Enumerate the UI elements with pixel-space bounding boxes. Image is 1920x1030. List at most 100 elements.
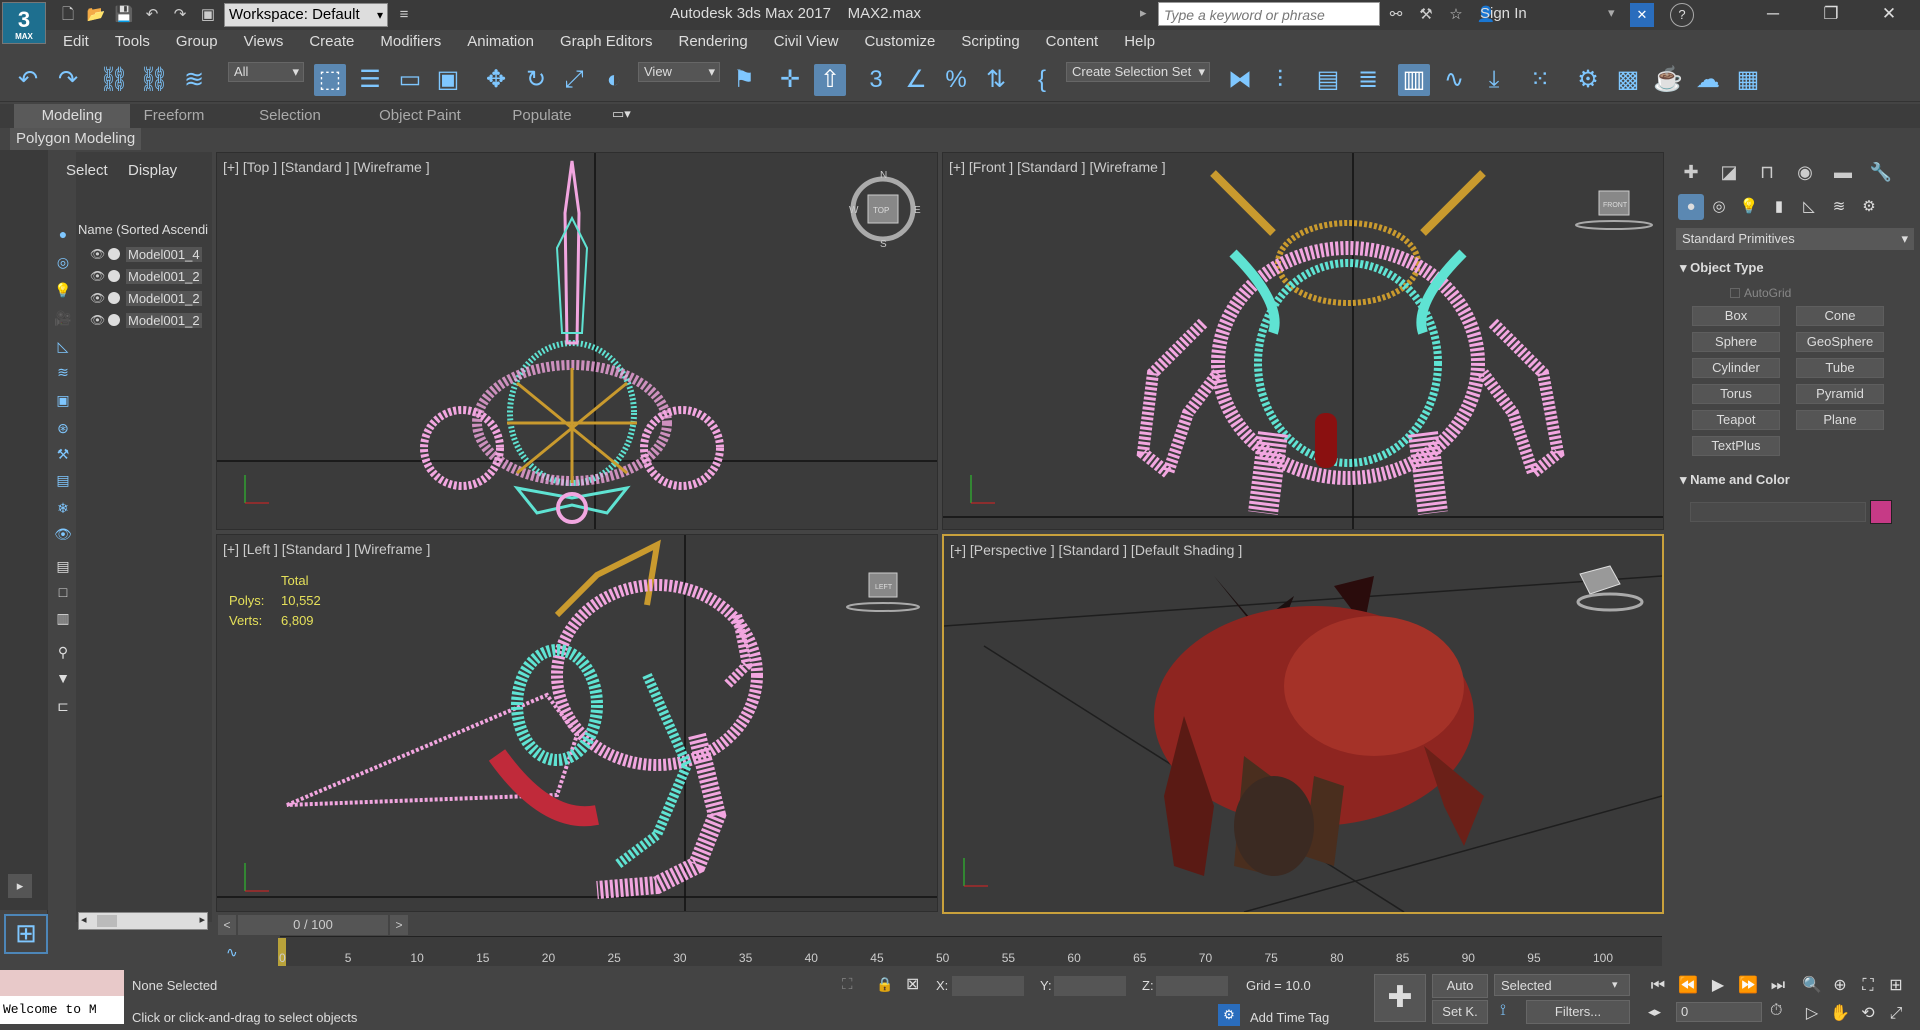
select-manipulate-icon[interactable]: ✛ xyxy=(774,64,806,96)
isolate-selection-icon[interactable]: ⛶ xyxy=(842,976,853,993)
undo-icon[interactable]: ↶ xyxy=(140,3,164,27)
list-item[interactable]: 👁 Model001_4 xyxy=(90,244,212,264)
explorer-tab-display[interactable]: Display xyxy=(128,162,177,179)
create-tab-icon[interactable]: ✚ xyxy=(1676,160,1706,184)
maximize-viewport-icon[interactable]: ⤢ xyxy=(1884,1002,1908,1026)
time-slider[interactable]: 0 / 100 xyxy=(238,915,388,935)
tab-object-paint[interactable]: Object Paint xyxy=(370,104,470,128)
zoom-icon[interactable]: 🔍 xyxy=(1800,974,1824,998)
visibility-eye-icon[interactable]: 👁 xyxy=(90,269,108,283)
go-to-end-icon[interactable]: ⏭ xyxy=(1766,974,1790,998)
selection-filter-dropdown[interactable]: All xyxy=(228,62,304,82)
object-category-dropdown[interactable]: Standard Primitives xyxy=(1676,228,1914,250)
placement-icon[interactable]: ◐ xyxy=(598,64,630,96)
field-of-view-icon[interactable]: ▷ xyxy=(1800,1002,1824,1026)
display-shapes-icon[interactable]: ◎ xyxy=(53,252,73,272)
display-containers-icon[interactable]: ▤ xyxy=(53,470,73,490)
undo-icon[interactable]: ↶ xyxy=(12,64,44,96)
checkbox-box[interactable] xyxy=(1730,288,1740,298)
mini-curve-editor-icon[interactable]: ∿ xyxy=(226,944,238,961)
set-key-button[interactable]: Set K. xyxy=(1432,1000,1488,1024)
viewport-layout-icon[interactable]: ⊞ xyxy=(4,914,48,954)
display-tab-icon[interactable]: ▬ xyxy=(1828,160,1858,184)
close-button[interactable]: ✕ xyxy=(1860,0,1918,30)
zoom-extents-icon[interactable]: ⛶ xyxy=(1856,974,1880,998)
pivot-center-icon[interactable]: ⚑ xyxy=(728,64,760,96)
scroll-left-icon[interactable]: ◂ xyxy=(81,913,87,926)
textplus-button[interactable]: TextPlus xyxy=(1692,436,1780,456)
time-configuration-icon[interactable]: ⏱ xyxy=(1770,1002,1782,1020)
viewport-top[interactable]: [+] [Top ] [Standard ] [Wireframe ] N S … xyxy=(216,152,938,530)
schematic-view-icon[interactable]: ⤓ xyxy=(1478,64,1510,96)
window-crossing-icon[interactable]: ▣ xyxy=(432,64,464,96)
auto-key-button[interactable]: Auto xyxy=(1432,974,1488,998)
autogrid-checkbox[interactable]: AutoGrid xyxy=(1730,286,1791,300)
menu-views[interactable]: Views xyxy=(231,30,297,54)
menu-group[interactable]: Group xyxy=(163,30,231,54)
menu-rendering[interactable]: Rendering xyxy=(665,30,760,54)
geosphere-button[interactable]: GeoSphere xyxy=(1796,332,1884,352)
layer-explorer-icon[interactable]: ≣ xyxy=(1352,64,1384,96)
subscription-icon[interactable]: ⚒ xyxy=(1414,3,1438,27)
zoom-all-icon[interactable]: ⊕ xyxy=(1828,974,1852,998)
menu-modifiers[interactable]: Modifiers xyxy=(367,30,454,54)
shapes-icon[interactable]: ◎ xyxy=(1706,194,1732,220)
save-icon[interactable]: 💾 xyxy=(112,3,136,27)
viewcube-label[interactable]: LEFT xyxy=(875,584,893,591)
percent-snap-icon[interactable]: % xyxy=(940,64,972,96)
display-frozen-icon[interactable]: ❄ xyxy=(53,498,73,518)
viewport-front[interactable]: [+] [Front ] [Standard ] [Wireframe ] FR… xyxy=(942,152,1664,530)
expand-layout-icon[interactable]: ▸ xyxy=(8,874,32,898)
infocenter-icon[interactable]: ⚯ xyxy=(1384,3,1408,27)
maxscript-listener-top[interactable] xyxy=(0,970,124,996)
bind-space-warp-icon[interactable]: ≋ xyxy=(178,64,210,96)
cameras-icon[interactable]: ▮ xyxy=(1766,194,1792,220)
list-item[interactable]: 👁 Model001_2 xyxy=(90,288,212,308)
pan-view-icon[interactable]: ✋ xyxy=(1828,1002,1852,1026)
spacewarps-icon[interactable]: ≋ xyxy=(1826,194,1852,220)
visibility-eye-icon[interactable]: 👁 xyxy=(90,313,108,327)
explorer-options-icon[interactable]: ⊏ xyxy=(53,696,73,716)
redo-icon[interactable]: ↷ xyxy=(168,3,192,27)
named-selection-set-dropdown[interactable]: Create Selection Set xyxy=(1066,62,1210,82)
snaps-toggle-icon[interactable]: 3 xyxy=(860,64,892,96)
torus-button[interactable]: Torus xyxy=(1692,384,1780,404)
keyboard-shortcut-override-icon[interactable]: ⇧ xyxy=(814,64,846,96)
viewcube-label[interactable]: FRONT xyxy=(1603,202,1628,209)
render-grid-icon[interactable]: ▦ xyxy=(1732,64,1764,96)
lights-icon[interactable]: 💡 xyxy=(1736,194,1762,220)
y-coordinate-field[interactable] xyxy=(1054,976,1126,996)
motion-tab-icon[interactable]: ◉ xyxy=(1790,160,1820,184)
name-color-rollout-title[interactable]: ▾ Name and Color xyxy=(1680,472,1790,488)
app-logo[interactable]: 3 MAX xyxy=(2,2,46,44)
display-cameras-icon[interactable]: 🎥 xyxy=(53,308,73,328)
menu-civil-view[interactable]: Civil View xyxy=(761,30,852,54)
tube-button[interactable]: Tube xyxy=(1796,358,1884,378)
key-mode-icon[interactable]: ⟟ xyxy=(1500,1002,1506,1020)
set-key-big-button[interactable]: ✚ xyxy=(1374,974,1426,1022)
display-all-icon[interactable]: ▤ xyxy=(53,556,73,576)
unlink-icon[interactable]: ⛓ xyxy=(138,64,170,96)
restore-button[interactable]: ❐ xyxy=(1802,0,1860,30)
exchange-apps-icon[interactable]: ✕ xyxy=(1630,3,1654,27)
object-name-field[interactable] xyxy=(1690,502,1866,522)
expand-search-icon[interactable]: ▸ xyxy=(1140,5,1147,21)
select-by-name-icon[interactable]: ☰ xyxy=(354,64,386,96)
tab-selection[interactable]: Selection xyxy=(250,104,330,128)
x-coordinate-field[interactable] xyxy=(952,976,1024,996)
align-icon[interactable]: ⫶ xyxy=(1264,64,1296,96)
tab-modeling[interactable]: Modeling xyxy=(14,104,130,128)
helpers-icon[interactable]: ◺ xyxy=(1796,194,1822,220)
rect-selection-icon[interactable]: ▭ xyxy=(394,64,426,96)
visibility-eye-icon[interactable]: 👁 xyxy=(90,247,108,261)
time-tag-icon[interactable]: ⚙ xyxy=(1218,1004,1240,1026)
menu-edit[interactable]: Edit xyxy=(50,30,102,54)
cylinder-button[interactable]: Cylinder xyxy=(1692,358,1780,378)
ribbon-options-icon[interactable]: ▭▾ xyxy=(612,106,642,124)
curve-editor-icon[interactable]: ∿ xyxy=(1438,64,1470,96)
select-object-icon[interactable]: ⬚ xyxy=(314,64,346,96)
current-frame-field[interactable]: 0 xyxy=(1676,1002,1762,1022)
display-spacewarps-icon[interactable]: ≋ xyxy=(53,362,73,382)
display-xrefs-icon[interactable]: ⊛ xyxy=(53,418,73,438)
plane-button[interactable]: Plane xyxy=(1796,410,1884,430)
